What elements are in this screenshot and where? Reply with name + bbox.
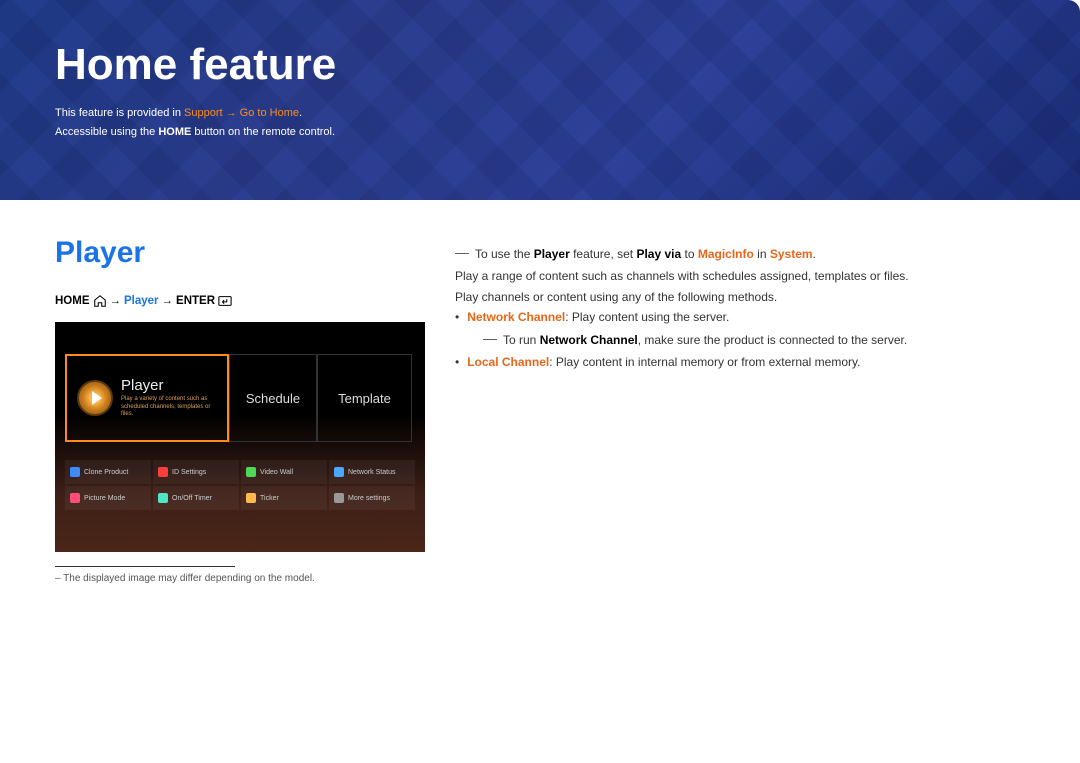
home-icon xyxy=(93,294,107,308)
grid-cell-label: Network Status xyxy=(348,469,395,476)
grid-cell: ID Settings xyxy=(153,460,239,484)
grid-cell-label: On/Off Timer xyxy=(172,495,212,502)
text: → xyxy=(223,107,240,119)
grid-cell: Network Status xyxy=(329,460,415,484)
text: feature, set xyxy=(570,247,637,261)
usage-note: ― To use the Player feature, set Play vi… xyxy=(455,244,1025,264)
header-band: Home feature This feature is provided in… xyxy=(0,0,1080,200)
id-icon xyxy=(158,467,168,477)
text: , make sure the product is connected to … xyxy=(638,333,907,347)
text-orange: MagicInfo xyxy=(698,247,754,261)
picture-icon xyxy=(70,493,80,503)
paragraph: Play a range of content such as channels… xyxy=(455,266,1025,286)
more-icon xyxy=(334,493,344,503)
enter-icon xyxy=(218,294,232,308)
text: – xyxy=(55,573,63,584)
ticker-icon xyxy=(246,493,256,503)
grid-container: Clone Product ID Settings Video Wall Networ… xyxy=(65,460,415,510)
page-title: Home feature xyxy=(55,40,1025,90)
text: : Play content using the server. xyxy=(565,310,729,324)
tile-row: Player Play a variety of content such as… xyxy=(65,354,415,442)
goto-home-link: Go to Home xyxy=(240,107,299,119)
text: in xyxy=(754,247,770,261)
text: The displayed image may differ depending… xyxy=(63,573,315,584)
text-bold: Player xyxy=(534,247,570,261)
text: button on the remote control. xyxy=(191,126,335,138)
dash-icon: ― xyxy=(455,244,469,261)
grid-cell: Video Wall xyxy=(241,460,327,484)
schedule-tile: Schedule xyxy=(229,354,317,442)
paragraph: Play channels or content using any of th… xyxy=(455,287,1025,307)
template-tile-label: Template xyxy=(338,391,391,406)
text: Accessible using the xyxy=(55,126,158,138)
network-note: ― To run Network Channel, make sure the … xyxy=(483,330,1025,350)
nav-enter: ENTER xyxy=(176,295,215,307)
timer-icon xyxy=(158,493,168,503)
nav-path: HOME → Player → ENTER xyxy=(55,294,425,308)
bullet-dot-icon: • xyxy=(455,352,459,372)
schedule-tile-label: Schedule xyxy=(246,391,300,406)
text: to xyxy=(681,247,698,261)
grid-cell: Ticker xyxy=(241,486,327,510)
right-column: ― To use the Player feature, set Play vi… xyxy=(455,236,1025,584)
player-tile-sub: Play a variety of content such as schedu… xyxy=(121,396,217,419)
grid-cell-label: ID Settings xyxy=(172,469,206,476)
nav-player: Player xyxy=(124,295,159,307)
player-tile: Player Play a variety of content such as… xyxy=(65,354,229,442)
grid-cell-label: Picture Mode xyxy=(84,495,125,502)
ui-screenshot: Player Play a variety of content such as… xyxy=(55,322,425,552)
local-channel-label: Local Channel xyxy=(467,355,549,369)
network-channel-label: Network Channel xyxy=(467,310,565,324)
text-bold: Play via xyxy=(636,247,681,261)
grid-cell: Picture Mode xyxy=(65,486,151,510)
text-orange: System xyxy=(770,247,813,261)
network-icon xyxy=(334,467,344,477)
text: → xyxy=(110,295,122,307)
play-icon xyxy=(77,380,113,416)
feature-desc-1: This feature is provided in Support → Go… xyxy=(55,104,1025,123)
text-bold: Network Channel xyxy=(540,333,638,347)
video-icon xyxy=(246,467,256,477)
bullet-local: • Local Channel: Play content in interna… xyxy=(455,352,1025,372)
grid-cell-label: Clone Product xyxy=(84,469,128,476)
grid-cell-label: More settings xyxy=(348,495,390,502)
grid-cell: On/Off Timer xyxy=(153,486,239,510)
dash-icon: ― xyxy=(483,330,497,347)
bullet-network: • Network Channel: Play content using th… xyxy=(455,307,1025,327)
clone-icon xyxy=(70,467,80,477)
grid-cell-label: Ticker xyxy=(260,495,279,502)
grid-cell-label: Video Wall xyxy=(260,469,293,476)
section-title: Player xyxy=(55,236,425,270)
grid-row: Clone Product ID Settings Video Wall Networ… xyxy=(65,460,415,484)
footnote-rule xyxy=(55,566,235,567)
home-button-label: HOME xyxy=(158,126,191,138)
left-column: Player HOME → Player → ENTER Player Play… xyxy=(55,236,425,584)
content-area: Player HOME → Player → ENTER Player Play… xyxy=(0,200,1080,584)
text: → xyxy=(162,295,174,307)
text: To use the xyxy=(475,247,534,261)
nav-home: HOME xyxy=(55,295,90,307)
grid-row: Picture Mode On/Off Timer Ticker More setti… xyxy=(65,486,415,510)
feature-desc-2: Accessible using the HOME button on the … xyxy=(55,123,1025,142)
text: This feature is provided in xyxy=(55,107,184,119)
player-tile-title: Player xyxy=(121,377,217,394)
text: To run xyxy=(503,333,540,347)
footnote: – The displayed image may differ dependi… xyxy=(55,573,425,584)
template-tile: Template xyxy=(317,354,412,442)
bullet-dot-icon: • xyxy=(455,307,459,327)
support-link: Support xyxy=(184,107,223,119)
text: . xyxy=(299,107,302,119)
grid-cell: Clone Product xyxy=(65,460,151,484)
text: . xyxy=(813,247,816,261)
grid-cell: More settings xyxy=(329,486,415,510)
text: : Play content in internal memory or fro… xyxy=(549,355,860,369)
